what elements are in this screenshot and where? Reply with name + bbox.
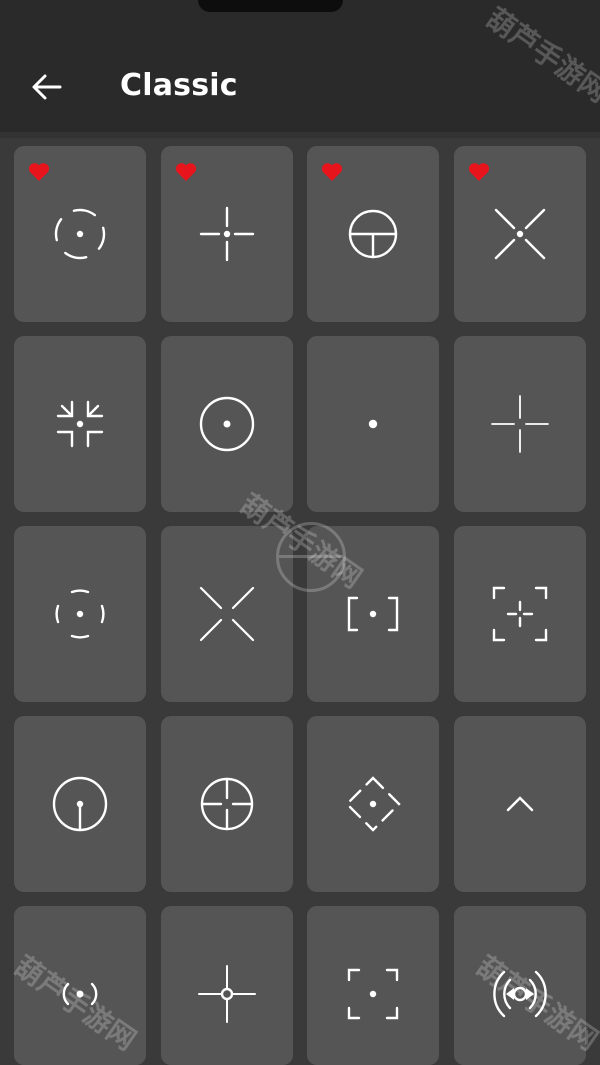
crosshair-card[interactable] <box>14 906 146 1065</box>
crosshair-card[interactable] <box>307 336 439 512</box>
heart-icon[interactable] <box>28 162 50 182</box>
crosshair-card[interactable] <box>161 336 293 512</box>
crosshair-card[interactable] <box>161 526 293 702</box>
crosshair-circle-cross-icon <box>200 777 254 831</box>
crosshair-frame-dot-icon <box>347 968 399 1020</box>
heart-icon[interactable] <box>175 162 197 182</box>
crosshair-card[interactable] <box>454 146 586 322</box>
crosshair-card[interactable] <box>307 526 439 702</box>
crosshair-circle-dot-icon <box>199 396 255 452</box>
crosshair-card[interactable] <box>454 336 586 512</box>
crosshair-card[interactable] <box>307 906 439 1065</box>
crosshair-dashed-circle-icon <box>54 208 106 260</box>
crosshair-card[interactable] <box>454 526 586 702</box>
crosshair-x-dot-icon <box>494 208 546 260</box>
heart-icon[interactable] <box>468 162 490 182</box>
crosshair-thin-cross-icon <box>491 395 549 453</box>
crosshair-card[interactable] <box>14 146 146 322</box>
crosshair-signal-dot-icon <box>62 982 98 1006</box>
crosshair-card[interactable] <box>454 716 586 892</box>
crosshair-circle-post-icon <box>52 776 108 832</box>
crosshair-card[interactable] <box>14 336 146 512</box>
crosshair-arc-circle-icon <box>55 589 105 639</box>
crosshair-ornate-icon <box>493 970 547 1018</box>
crosshair-dot-icon <box>368 419 378 429</box>
crosshair-card[interactable] <box>454 906 586 1065</box>
crosshair-diamond-dot-icon <box>345 776 401 832</box>
crosshair-card[interactable] <box>307 716 439 892</box>
crosshair-square-bracket-dot-icon <box>347 596 399 632</box>
crosshair-chevron-icon <box>506 796 534 812</box>
crosshair-scope-circle-icon <box>348 209 398 259</box>
crosshair-cross-dot-icon <box>199 206 255 262</box>
crosshair-x-gap-icon <box>199 586 255 642</box>
heart-icon[interactable] <box>321 162 343 182</box>
crosshair-card[interactable] <box>161 906 293 1065</box>
crosshair-card[interactable] <box>161 716 293 892</box>
crosshair-grid <box>0 0 600 1065</box>
crosshair-cross-small-circle-icon <box>198 965 256 1023</box>
crosshair-card[interactable] <box>161 146 293 322</box>
crosshair-card[interactable] <box>14 716 146 892</box>
crosshair-frame-cross-icon <box>492 586 548 642</box>
crosshair-corner-brackets-icon <box>56 400 104 448</box>
crosshair-card[interactable] <box>14 526 146 702</box>
crosshair-card[interactable] <box>307 146 439 322</box>
